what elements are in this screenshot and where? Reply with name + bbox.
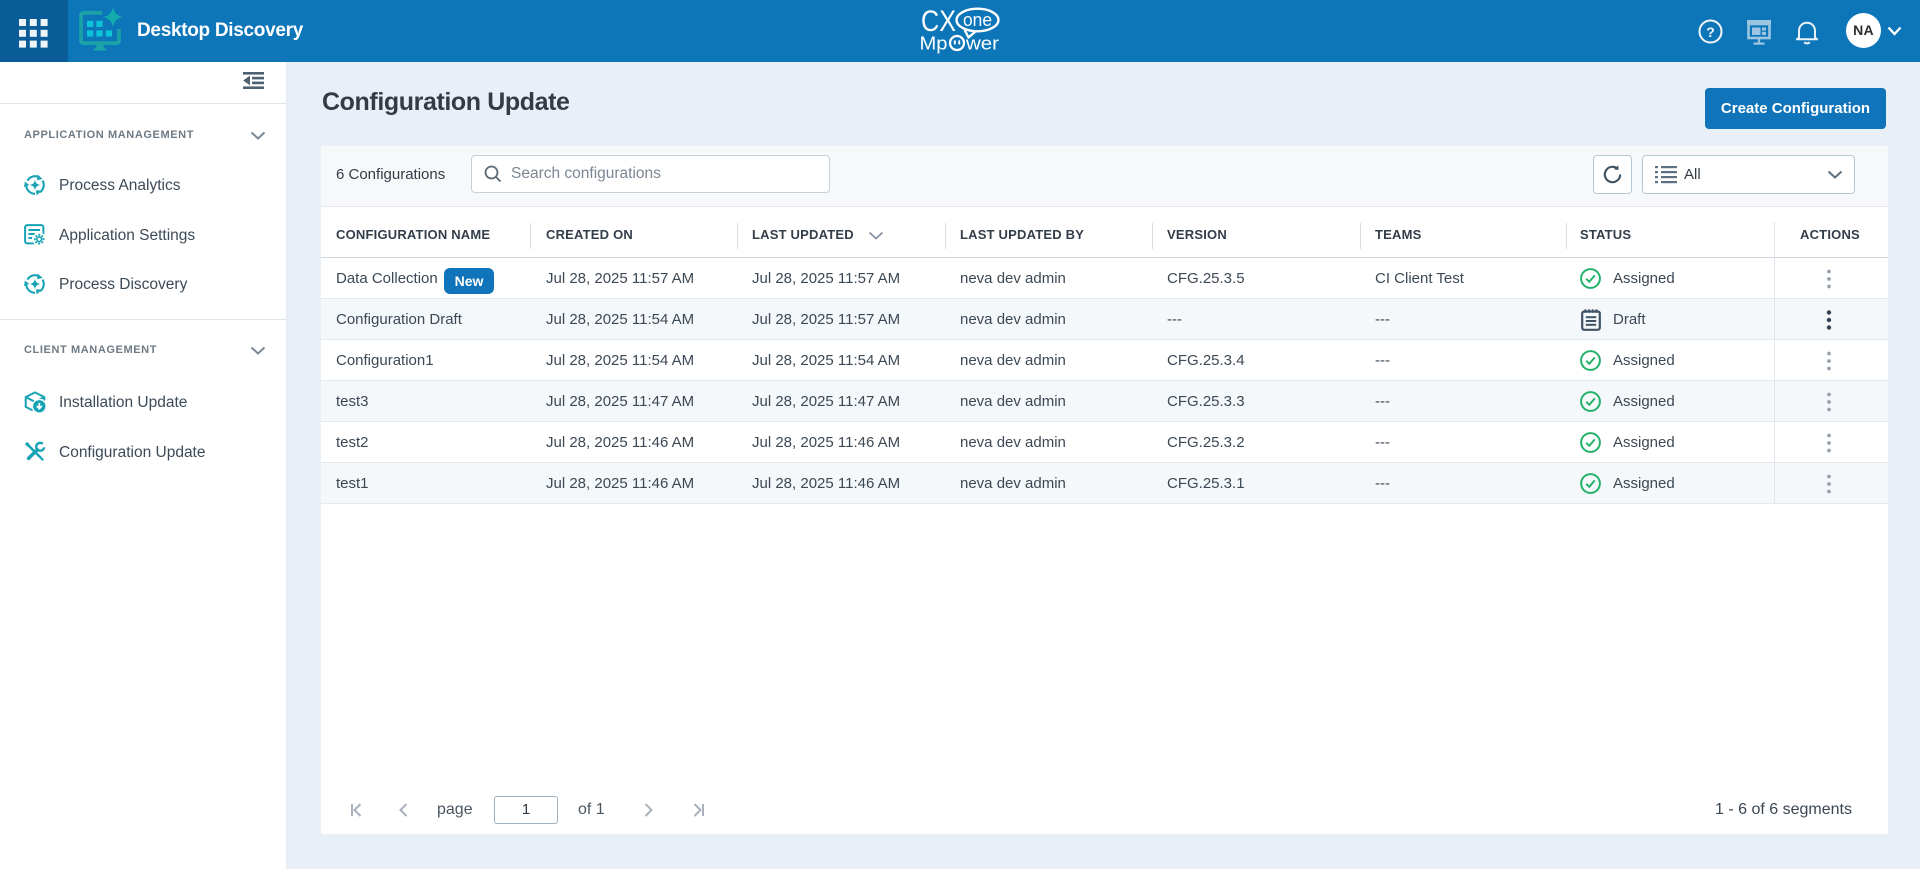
svg-text:wer: wer bbox=[965, 33, 999, 54]
svg-text:?: ? bbox=[1706, 24, 1715, 40]
svg-text:Mp: Mp bbox=[920, 33, 948, 54]
svg-text:one: one bbox=[963, 10, 992, 30]
